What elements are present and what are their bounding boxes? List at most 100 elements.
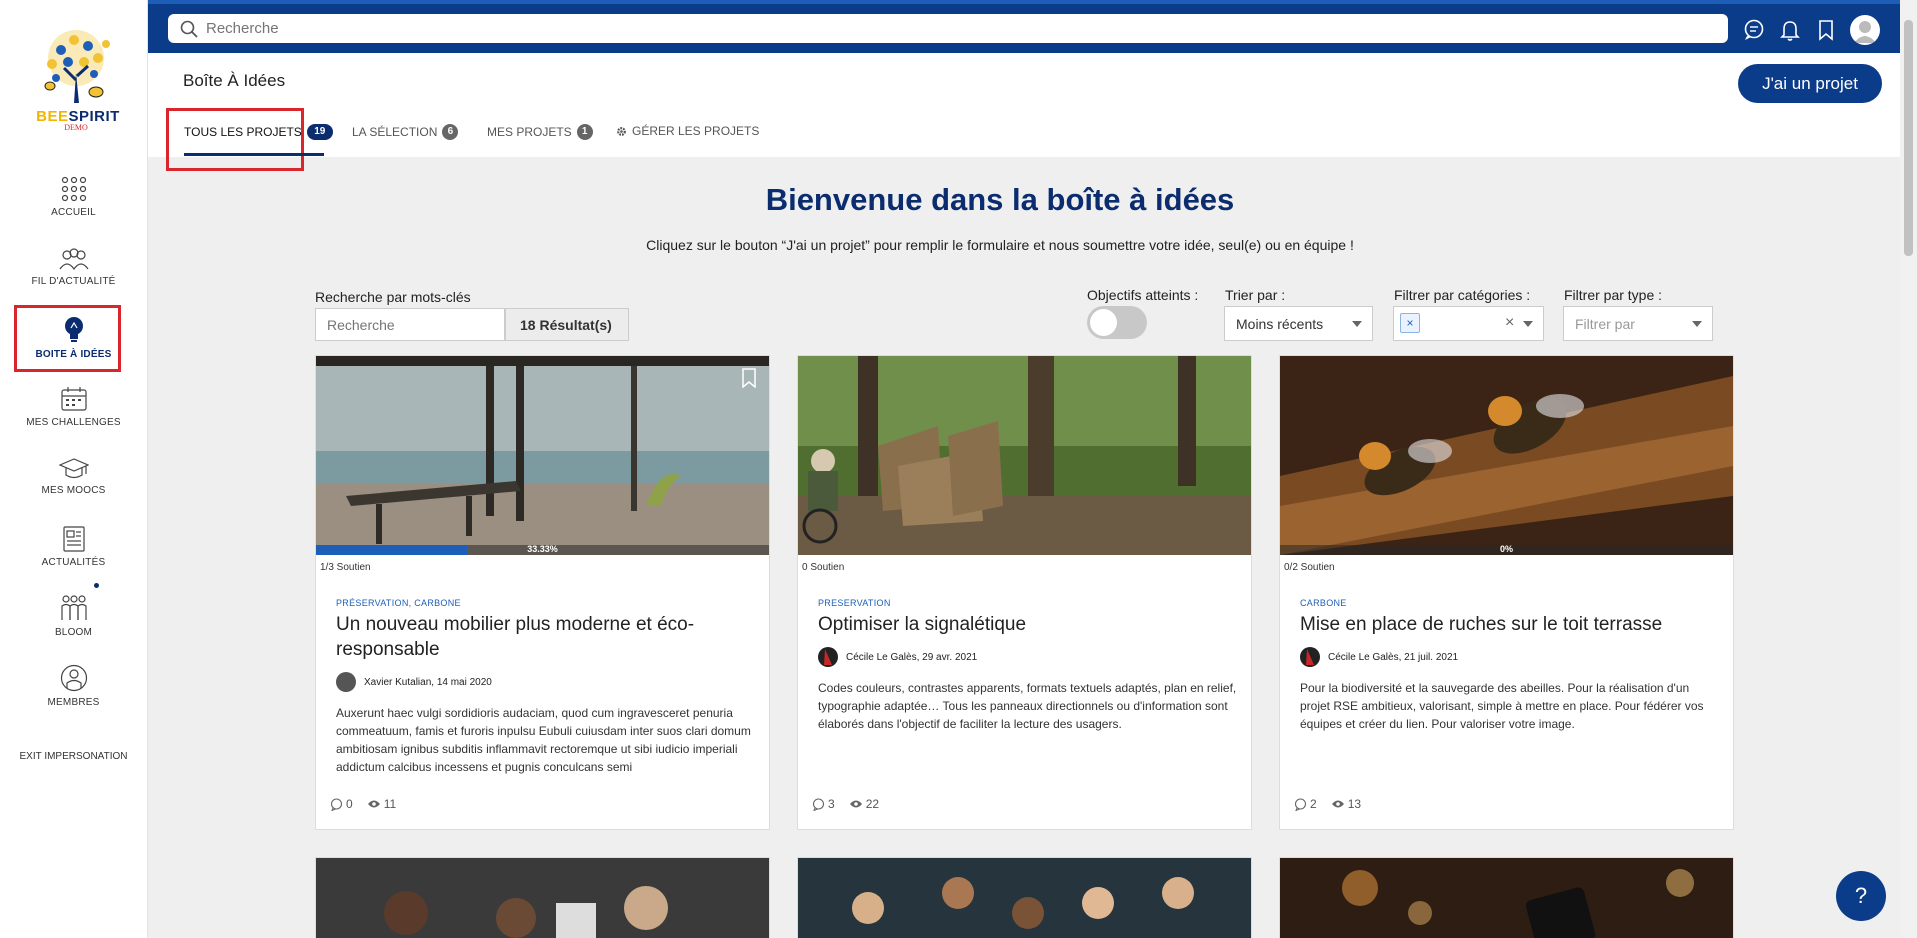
newspaper-icon [62,526,85,552]
people-icon [59,248,88,271]
project-card[interactable]: 0% 0/2 Soutien CARBONE Mise en place de … [1279,355,1734,830]
user-avatar[interactable] [1850,15,1880,45]
card-title[interactable]: Mise en place de ruches sur le toit terr… [1300,612,1720,637]
app-root: BEESPIRIT DEMO ACCUEIL FIL D'ACTUALITÉ B… [0,0,1917,938]
comment-stat: 0 [330,797,353,811]
sidebar-item-label: BOITE À IDÉES [35,349,112,360]
chevron-down-icon [1692,321,1702,327]
category-select[interactable]: × × [1393,306,1544,341]
tab-tous-les-projets[interactable]: TOUS LES PROJETS 19 [184,124,333,140]
sidebar-item-bloom[interactable]: BLOOM [0,594,147,638]
chat-icon[interactable] [1742,18,1766,42]
category-filter-label: Filtrer par catégories : [1394,287,1531,303]
welcome-subtitle: Cliquez sur le bouton “J'ai un projet” p… [646,237,1354,253]
bookmark-icon[interactable] [741,368,757,388]
team-meeting-image [316,858,769,938]
progress-label: 33.33% [527,544,558,554]
sidebar-item-label: BLOOM [54,627,93,638]
view-count: 22 [865,797,880,811]
card-description: Codes couleurs, contrastes apparents, fo… [818,681,1237,731]
scrollbar-thumb[interactable] [1904,20,1913,256]
sidebar-item-boite-a-idees[interactable]: BOITE À IDÉES [0,316,147,360]
author-avatar [818,647,838,667]
sidebar-item-label: ACTUALITÉS [41,557,106,568]
type-select[interactable]: Filtrer par [1563,306,1713,341]
new-project-button[interactable]: J'ai un projet [1738,64,1882,103]
comment-icon [1294,797,1307,811]
page-scrollbar[interactable] [1900,0,1917,938]
clear-icon[interactable]: × [1505,314,1514,332]
view-count: 13 [1347,797,1362,811]
author-name: Xavier Kutalian [364,676,432,688]
toggle-knob [1090,309,1117,336]
calendar-icon [60,387,87,411]
keyword-search-label: Recherche par mots-clés [315,289,471,305]
keyword-search-input[interactable] [315,308,505,341]
sidebar-item-mes-challenges[interactable]: MES CHALLENGES [0,386,147,428]
search-input[interactable] [206,20,1686,37]
progress-label: 0% [1499,544,1513,554]
beach-image [316,356,769,555]
card-description: Pour la biodiversité et la sauvegarde de… [1300,681,1704,731]
eye-icon [367,800,380,808]
bell-icon[interactable] [1778,18,1802,42]
view-stat: 22 [849,797,879,811]
project-card-partial[interactable] [315,857,770,938]
beespirit-logo[interactable]: BEESPIRIT DEMO [26,28,126,134]
project-card[interactable]: 33.33% 1/3 Soutien PRÉSERVATION, CARBONE… [315,355,770,830]
author-name: Cécile Le Galès [1328,651,1399,663]
page-header: Boîte À Idées J'ai un projet TOUS LES PR… [148,53,1900,171]
exit-impersonation-link[interactable]: EXIT IMPERSONATION [0,751,147,762]
active-tab-indicator [184,153,324,156]
bookmark-icon[interactable] [1814,18,1838,42]
comment-count: 0 [346,797,353,811]
gear-icon [617,126,626,136]
graduation-cap-icon [58,458,89,479]
card-stats: 0 11 [330,797,396,811]
project-card-partial[interactable] [797,857,1252,938]
objectives-toggle[interactable] [1087,306,1147,339]
sidebar-item-accueil[interactable]: ACCUEIL [0,176,147,218]
tab-gerer-les-projets[interactable]: GÉRER LES PROJETS [616,124,759,138]
type-filter-label: Filtrer par type : [1564,287,1663,303]
sidebar-item-label: FIL D'ACTUALITÉ [31,276,116,287]
comment-icon [330,797,343,811]
author-avatar [336,672,356,692]
sidebar-item-membres[interactable]: MEMBRES [0,664,147,708]
sidebar-item-label: MEMBRES [47,697,100,708]
card-title[interactable]: Un nouveau mobilier plus moderne et éco-… [336,612,756,662]
chevron-down-icon [1523,321,1533,327]
comment-count: 2 [1310,797,1317,811]
top-bar [148,0,1917,53]
sort-select[interactable]: Moins récents [1224,306,1373,341]
help-button[interactable]: ? [1836,871,1886,921]
comment-count: 3 [828,797,835,811]
project-image-beach: 33.33% [316,356,769,555]
sidebar-item-mes-moocs[interactable]: MES MOOCS [0,458,147,496]
bees-image [1280,356,1733,555]
tab-label: TOUS LES PROJETS [184,125,302,139]
card-categories: CARBONE [1300,598,1347,608]
project-card[interactable]: 0 Soutien PRESERVATION Optimiser la sign… [797,355,1252,830]
sidebar-item-actualites[interactable]: ACTUALITÉS [0,526,147,568]
tab-mes-projets[interactable]: MES PROJETS 1 [487,124,593,140]
tab-count-badge: 6 [442,124,459,140]
category-chip-remove[interactable]: × [1400,313,1420,333]
notification-dot [94,583,99,588]
card-title[interactable]: Optimiser la signalétique [818,612,1238,637]
welcome-heading: Bienvenue dans la boîte à idées [765,182,1235,217]
view-stat: 13 [1331,797,1361,811]
card-categories: PRÉSERVATION, CARBONE [336,598,461,608]
project-card-partial[interactable] [1279,857,1734,938]
lightbulb-icon [64,317,83,342]
grid-icon [61,176,86,202]
sidebar: BEESPIRIT DEMO ACCUEIL FIL D'ACTUALITÉ B… [0,0,148,938]
tab-la-selection[interactable]: LA SÉLECTION 6 [352,124,459,140]
eye-icon [1331,800,1344,808]
support-count: 0/2 Soutien [1284,562,1335,573]
sort-selected-value: Moins récents [1236,315,1324,332]
tab-label: GÉRER LES PROJETS [632,124,760,138]
type-placeholder: Filtrer par [1575,315,1635,332]
post-date: , 29 avr. 2021 [916,651,978,663]
sidebar-item-fil-actualite[interactable]: FIL D'ACTUALITÉ [0,247,147,287]
